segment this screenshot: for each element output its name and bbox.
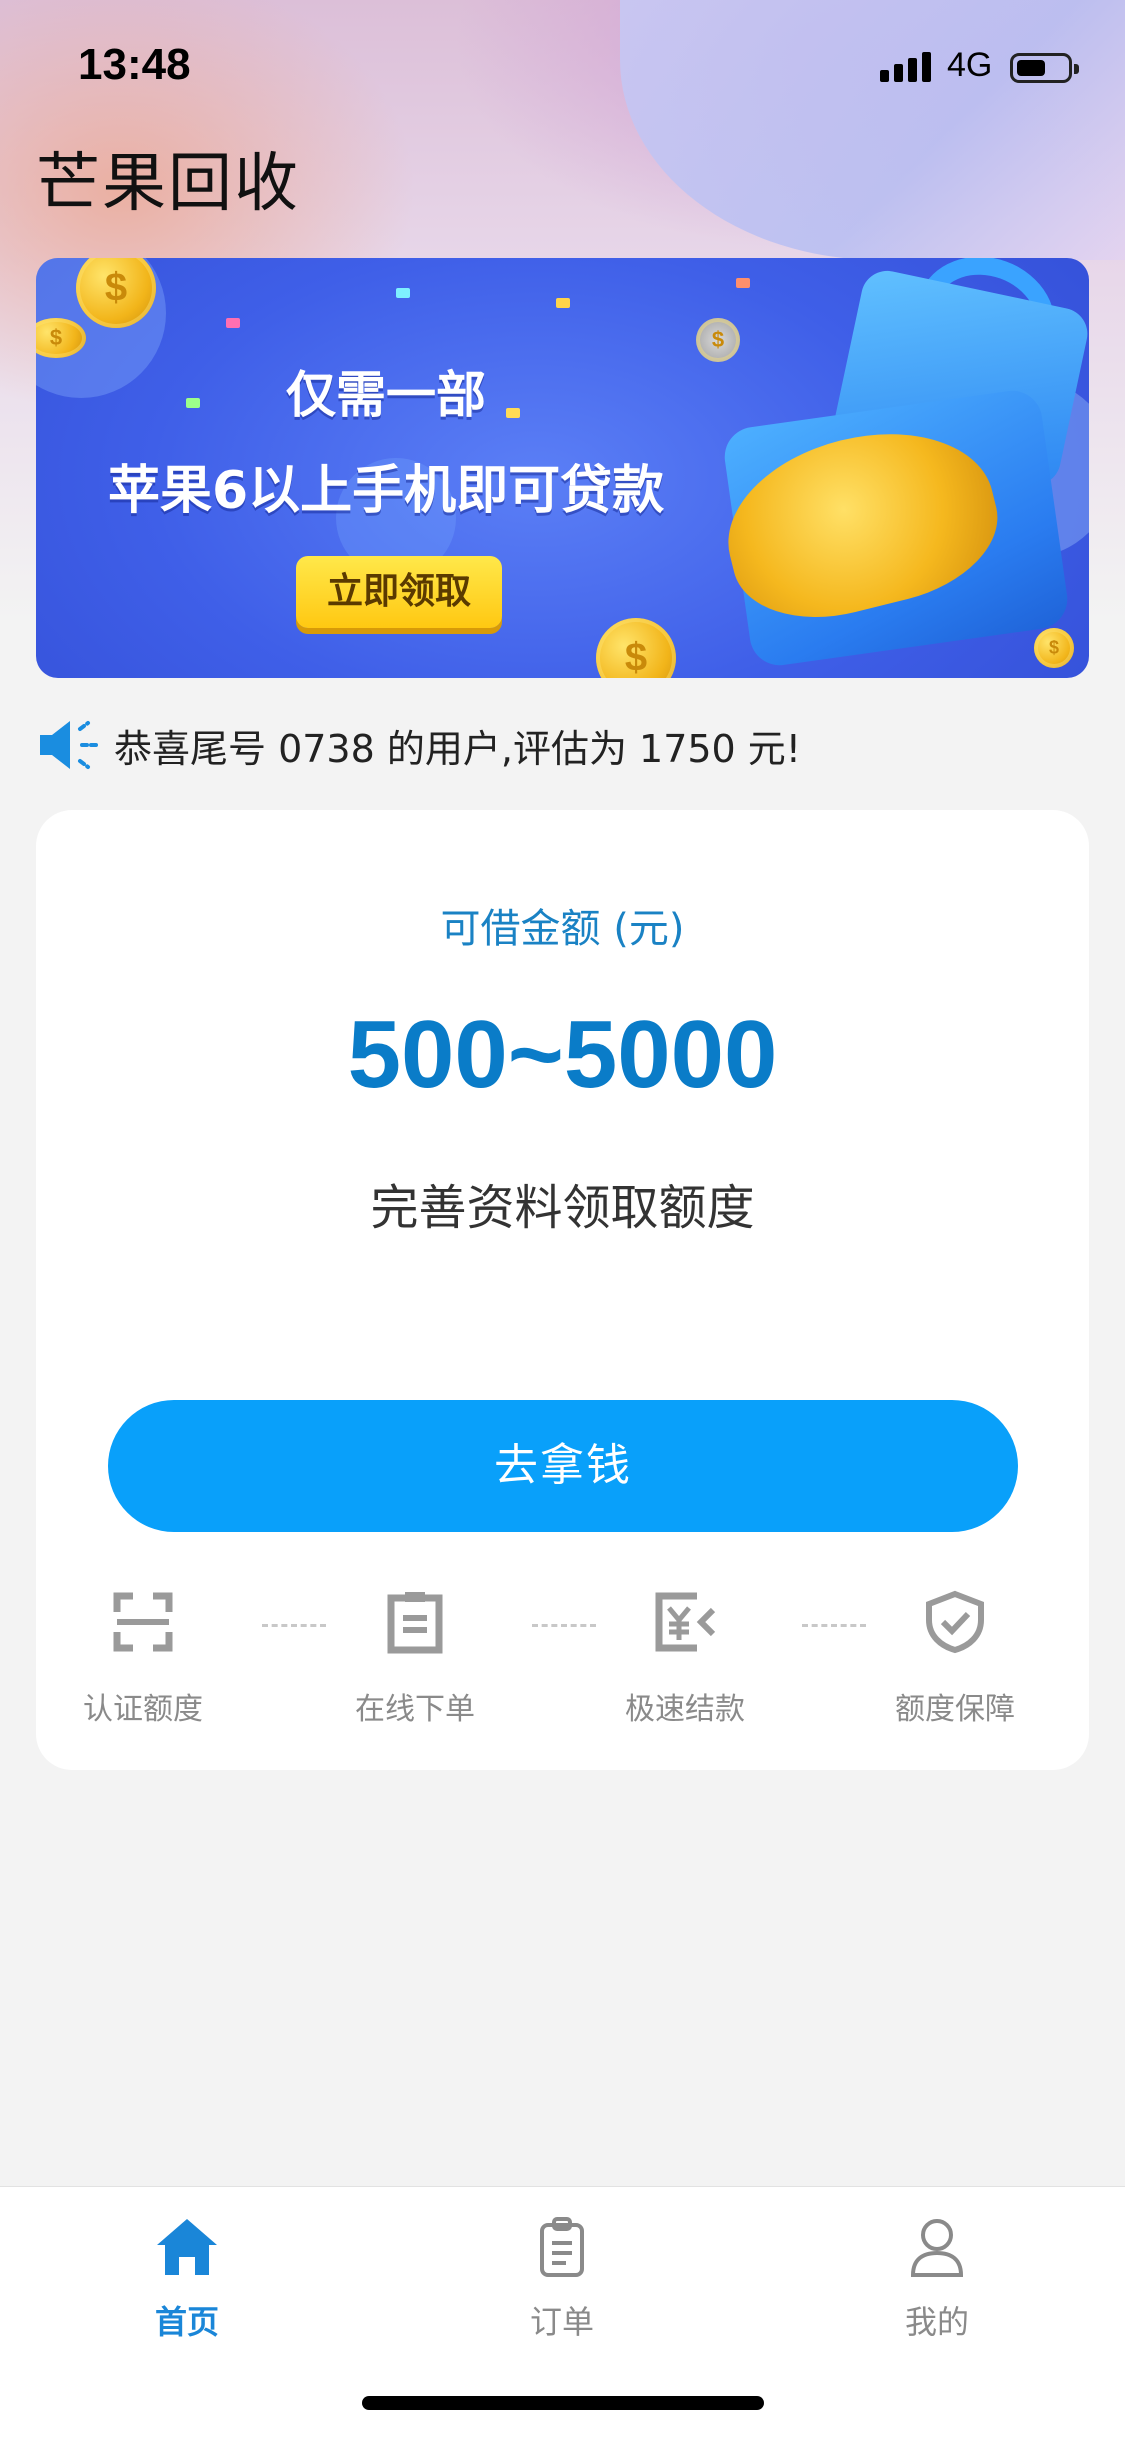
step-label: 额度保障 [895,1692,1015,1727]
step-label: 极速结款 [625,1692,745,1727]
yen-transfer-icon [655,1592,716,1652]
clipboard-icon [387,1592,443,1654]
tab-label: 我的 [904,2303,969,2341]
coin-icon [696,318,740,362]
claim-now-button[interactable]: 立即领取 [296,556,502,628]
step-limit-guarantee: 额度保障 [855,1590,1055,1728]
tab-me[interactable]: 我的 [847,2215,1027,2343]
page-title: 芒果回收 [36,147,300,221]
get-money-button[interactable]: 去拿钱 [108,1400,1018,1532]
coin-icon [1034,628,1074,668]
notice-marquee: 恭喜尾号 0738 的用户,评估为 1750 元! [36,710,801,780]
signal-icon [880,52,931,82]
battery-icon [1010,53,1079,83]
tab-home[interactable]: 首页 [97,2215,277,2343]
loan-limit-subtitle: 完善资料领取额度 [370,1180,755,1236]
status-time: 13:48 [78,40,191,89]
notice-text: 恭喜尾号 0738 的用户,评估为 1750 元! [114,726,802,771]
network-type: 4G [947,46,993,84]
clipboard-list-icon [540,2217,584,2277]
banner-subheadline: 苹果6以上手机即可贷款 [108,461,665,521]
user-icon [910,2219,964,2277]
tab-label: 首页 [154,2303,219,2341]
loan-card: 可借金额 (元) 500~5000 完善资料领取额度 去拿钱 认证额度 在线下单 [36,810,1089,1770]
step-online-order: 在线下单 [315,1590,515,1728]
home-icon [157,2219,217,2275]
step-label: 在线下单 [355,1692,475,1727]
coin-icon [596,618,676,678]
scan-frame-icon [113,1592,173,1652]
step-label: 认证额度 [83,1692,203,1727]
speaker-icon [40,721,98,769]
promo-banner[interactable]: 仅需一部 苹果6以上手机即可贷款 立即领取 [36,258,1089,678]
status-bar: 13:48 4G [0,0,1125,140]
loan-limit-label: 可借金额 (元) [440,906,685,952]
process-steps: 认证额度 在线下单 极速结款 额度保障 [36,1590,1089,1730]
banner-headline: 仅需一部 [286,366,486,424]
step-verify-limit: 认证额度 [43,1590,243,1728]
home-indicator[interactable] [362,2396,764,2410]
shield-check-icon [926,1590,984,1654]
loan-limit-amount: 500~5000 [347,1001,778,1108]
tab-orders[interactable]: 订单 [472,2215,652,2343]
step-fast-settlement: 极速结款 [585,1590,785,1728]
tab-label: 订单 [529,2303,594,2341]
